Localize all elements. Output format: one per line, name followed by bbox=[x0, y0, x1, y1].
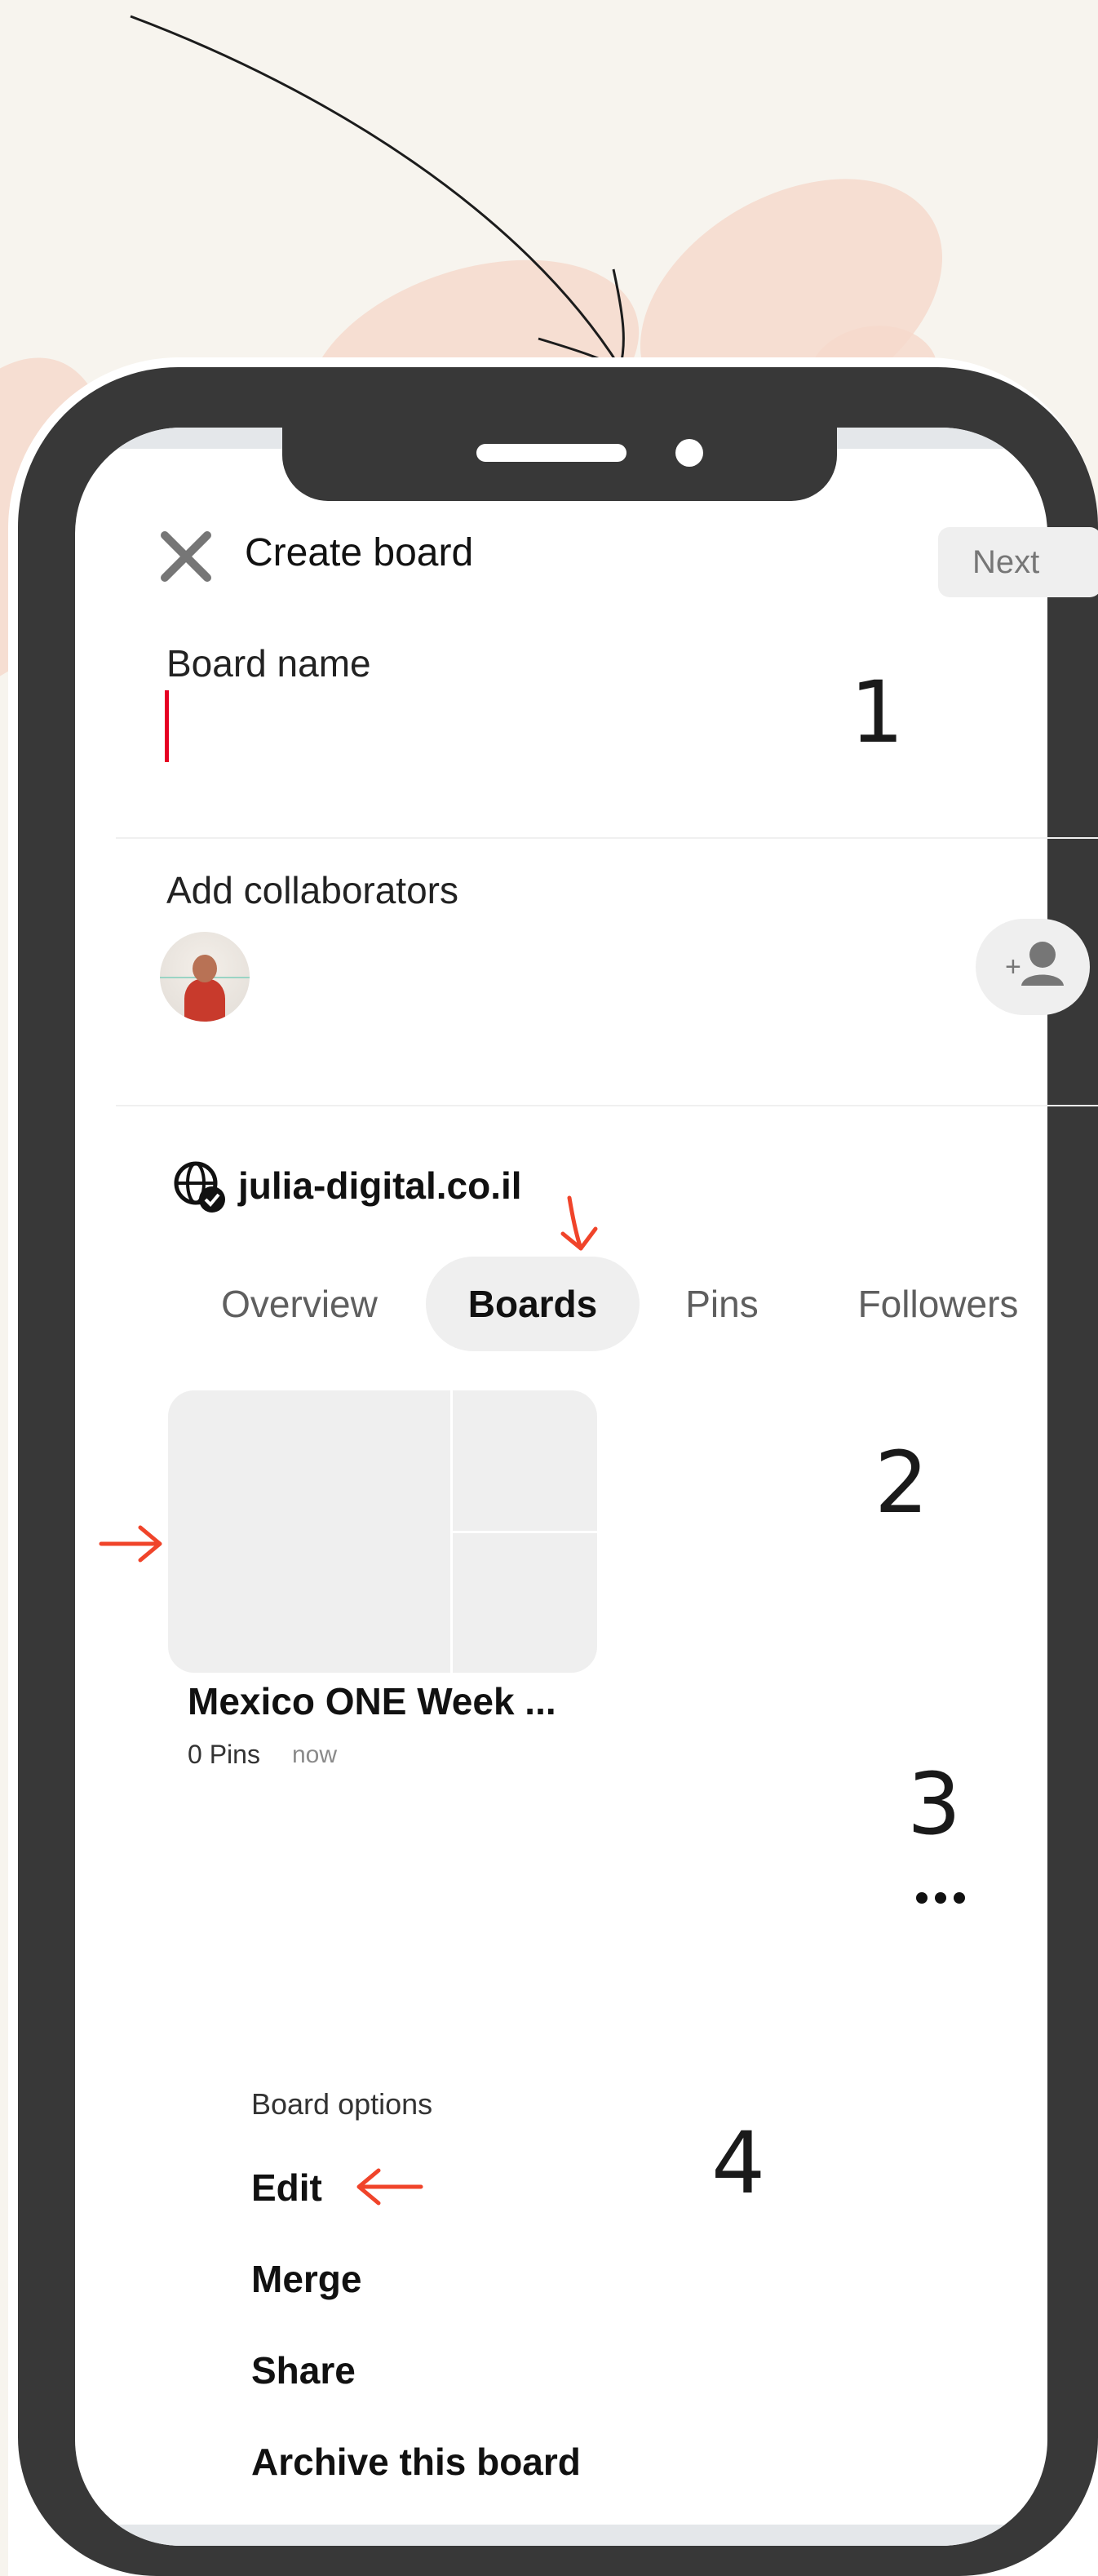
tab-pins[interactable]: Pins bbox=[661, 1257, 783, 1351]
step-number-3: 3 bbox=[907, 1754, 962, 1854]
nav-bar-strip bbox=[75, 2525, 1047, 2546]
arrow-left-icon bbox=[356, 2168, 423, 2206]
speaker-icon bbox=[476, 444, 626, 462]
board-timestamp: now bbox=[292, 1741, 338, 1768]
board-cover[interactable] bbox=[168, 1390, 597, 1673]
board-name-label: Board name bbox=[166, 642, 371, 685]
board-name-input[interactable] bbox=[166, 685, 868, 767]
svg-text:+: + bbox=[1005, 951, 1021, 982]
arrow-right-icon bbox=[99, 1525, 162, 1563]
arrow-down-icon bbox=[560, 1195, 598, 1251]
step-number-4: 4 bbox=[711, 2113, 766, 2213]
share-option[interactable]: Share bbox=[251, 2348, 356, 2392]
page-title: Create board bbox=[245, 531, 474, 574]
more-options-icon[interactable] bbox=[914, 1890, 967, 1906]
verified-globe-icon bbox=[174, 1161, 225, 1213]
step-number-2: 2 bbox=[874, 1433, 929, 1532]
board-pin-count: 0 Pins bbox=[188, 1740, 260, 1769]
tab-overview[interactable]: Overview bbox=[189, 1257, 410, 1351]
board-options-heading: Board options bbox=[251, 2087, 433, 2121]
tab-followers[interactable]: Followers bbox=[832, 1257, 1044, 1351]
add-user-icon: + bbox=[1005, 942, 1064, 986]
add-collaborator-button[interactable]: + bbox=[976, 919, 1090, 1015]
merge-option[interactable]: Merge bbox=[251, 2257, 361, 2301]
collaborators-label: Add collaborators bbox=[166, 869, 458, 911]
text-cursor bbox=[165, 690, 169, 762]
account-name[interactable]: julia-digital.co.il bbox=[238, 1164, 522, 1208]
divider bbox=[116, 1105, 1098, 1106]
edit-option[interactable]: Edit bbox=[251, 2166, 322, 2210]
next-button[interactable]: Next bbox=[938, 527, 1098, 597]
board-title[interactable]: Mexico ONE Week ... bbox=[188, 1679, 556, 1723]
step-number-1: 1 bbox=[850, 663, 905, 762]
divider bbox=[116, 837, 1098, 839]
close-icon[interactable] bbox=[157, 527, 215, 586]
archive-option[interactable]: Archive this board bbox=[251, 2440, 581, 2484]
pointer-arrow-icon bbox=[130, 15, 625, 370]
camera-icon bbox=[675, 439, 703, 467]
avatar[interactable] bbox=[160, 932, 250, 1022]
tab-boards[interactable]: Boards bbox=[426, 1257, 640, 1351]
